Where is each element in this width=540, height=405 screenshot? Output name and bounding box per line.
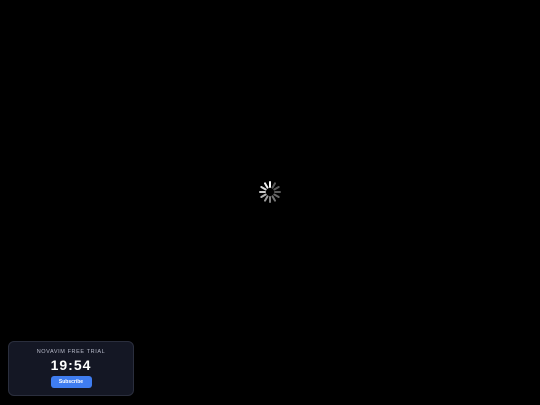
subscribe-button[interactable]: Subscribe — [50, 376, 92, 388]
spinner-icon — [259, 181, 281, 203]
trial-countdown-timer: 19:54 — [50, 357, 92, 373]
free-trial-card: NOVAVIM FREE TRIAL 19:54 Subscribe — [8, 341, 134, 396]
trial-label: NOVAVIM FREE TRIAL — [36, 349, 106, 355]
app-screen: NOVAVIM FREE TRIAL 19:54 Subscribe — [0, 0, 540, 405]
loading-spinner-icon — [258, 180, 282, 204]
